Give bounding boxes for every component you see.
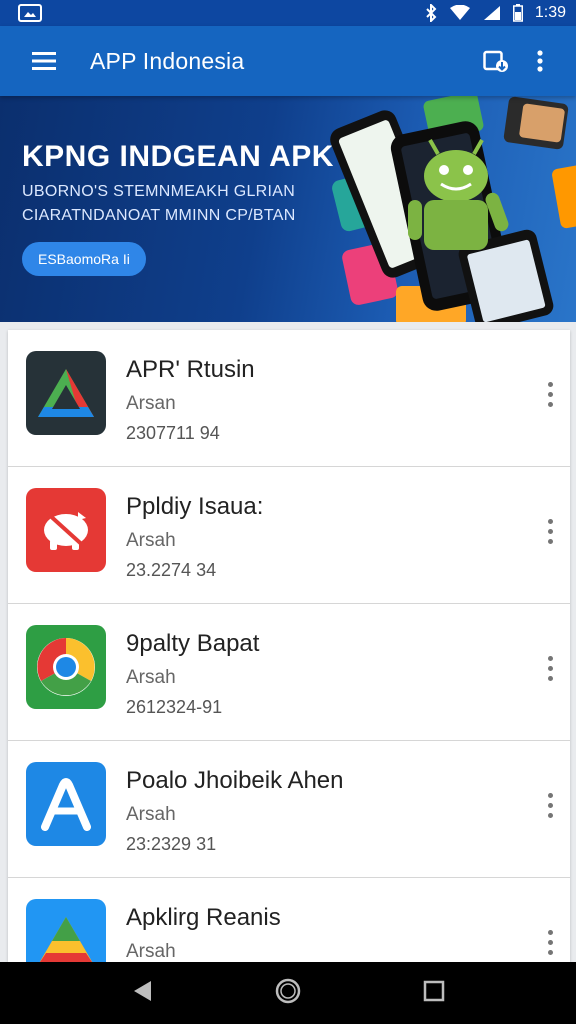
battery-icon [512, 4, 523, 22]
back-triangle-icon [133, 980, 151, 1001]
home-button[interactable] [274, 977, 302, 1010]
menu-button[interactable] [22, 39, 66, 83]
chrome-icon [26, 625, 106, 709]
app-name: APR' Rtusin [126, 356, 255, 383]
overflow-menu-button[interactable] [518, 39, 562, 83]
list-item[interactable]: APR' Rtusin Arsan 2307711 94 [8, 330, 570, 467]
banner-cta-button[interactable]: ESBaomoRa Ii [22, 242, 146, 276]
app-info: Ppldiy Isaua: Arsah 23.2274 34 [126, 492, 263, 581]
app-name: Ppldiy Isaua: [126, 493, 264, 520]
downloads-button[interactable] [474, 39, 518, 83]
status-bar: 1:39 [0, 0, 576, 26]
item-more-button[interactable] [536, 511, 564, 551]
home-circle-icon [275, 978, 301, 1003]
bluetooth-icon [425, 4, 437, 22]
download-manager-icon [483, 50, 508, 72]
app-info: Poalo Jhoibeik Ahen Arsah 23:2329 31 [126, 766, 344, 855]
status-left [18, 4, 42, 22]
app-category: Arsah [126, 804, 176, 825]
app-version: 2612324-91 [126, 697, 223, 717]
item-more-button[interactable] [536, 785, 564, 825]
triangle-logo-icon [26, 351, 106, 435]
back-button[interactable] [131, 979, 153, 1008]
item-more-button[interactable] [536, 922, 564, 962]
signal-icon [483, 5, 501, 21]
app-info: Apklirg Reanis Arsah [126, 903, 281, 962]
app-version: 2307711 94 [126, 423, 220, 443]
recents-button[interactable] [423, 980, 445, 1007]
banner-phones-illustration [330, 96, 576, 322]
list-item[interactable]: 9palty Bapat Arsah 2612324-91 [8, 604, 570, 741]
app-category: Arsah [126, 941, 176, 962]
app-name: Apklirg Reanis [126, 904, 281, 931]
promo-banner[interactable]: KPNG INDGEAN APK UBORNO'S STEMNMEAKH GLR… [0, 96, 576, 322]
list-item[interactable]: Ppldiy Isaua: Arsah 23.2274 34 [8, 467, 570, 604]
more-vert-icon [537, 50, 543, 72]
app-category: Arsah [126, 530, 176, 551]
app-name: 9palty Bapat [126, 630, 260, 657]
app-bar: APP Indonesia [0, 26, 576, 96]
piggy-bank-icon [26, 488, 106, 572]
hamburger-icon [32, 52, 56, 70]
app-info: APR' Rtusin Arsan 2307711 94 [126, 355, 255, 444]
page-title: APP Indonesia [90, 47, 245, 74]
banner-subtitle: UBORNO'S STEMNMEAKH GLRIAN CIARATNDANOAT… [22, 183, 296, 224]
recents-square-icon [424, 980, 445, 1001]
banner-title: KPNG INDGEAN APK [22, 140, 334, 173]
list-item[interactable]: Apklirg Reanis Arsah [8, 878, 570, 962]
item-more-button[interactable] [536, 648, 564, 688]
app-name: Poalo Jhoibeik Ahen [126, 767, 344, 794]
app-list: APR' Rtusin Arsan 2307711 94 Ppldiy Isau… [8, 330, 570, 962]
clock-time: 1:39 [534, 4, 566, 21]
drive-icon [26, 899, 106, 962]
app-info: 9palty Bapat Arsah 2612324-91 [126, 629, 259, 718]
item-more-button[interactable] [536, 374, 564, 414]
status-icons: 1:39 [425, 4, 566, 22]
system-nav-bar [0, 962, 576, 1024]
wifi-icon [449, 5, 471, 21]
list-item[interactable]: Poalo Jhoibeik Ahen Arsah 23:2329 31 [8, 741, 570, 878]
app-category: Arsan [126, 393, 176, 414]
letter-a-icon [26, 762, 106, 846]
app-version: 23:2329 31 [126, 834, 217, 854]
app-category: Arsah [126, 667, 176, 688]
app-version: 23.2274 34 [126, 560, 217, 580]
gallery-notification-icon [18, 4, 42, 22]
